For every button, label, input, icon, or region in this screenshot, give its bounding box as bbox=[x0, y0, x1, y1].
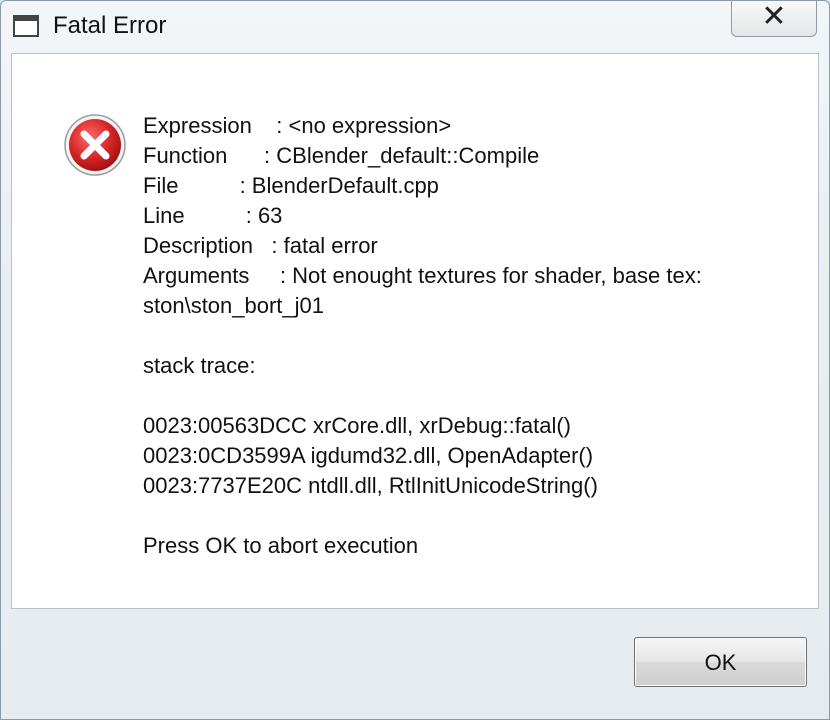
ok-button[interactable]: OK bbox=[634, 637, 807, 687]
stack-trace-frame: 0023:00563DCC xrCore.dll, xrDebug::fatal… bbox=[143, 413, 571, 438]
message-line-expression: Expression : <no expression> bbox=[143, 113, 452, 138]
window-title: Fatal Error bbox=[53, 12, 167, 39]
title-bar[interactable]: Fatal Error ✕ bbox=[1, 1, 829, 53]
window-app-icon bbox=[13, 15, 39, 37]
message-line-description: Description : fatal error bbox=[143, 233, 378, 258]
message-line-arguments-cont: ston\ston_bort_j01 bbox=[143, 293, 325, 318]
stack-trace-heading: stack trace: bbox=[143, 353, 256, 378]
fatal-error-dialog: Fatal Error ✕ Expression : <no expressio… bbox=[0, 0, 830, 720]
error-message: Expression : <no expression> Function : … bbox=[143, 111, 803, 561]
message-line-arguments: Arguments : Not enought textures for sha… bbox=[143, 263, 702, 288]
stack-trace-frame: 0023:7737E20C ntdll.dll, RtlInitUnicodeS… bbox=[143, 473, 598, 498]
message-line-line: Line : 63 bbox=[143, 203, 283, 228]
stack-trace-frame: 0023:0CD3599A igdumd32.dll, OpenAdapter(… bbox=[143, 443, 594, 468]
message-line-blank bbox=[143, 381, 803, 411]
message-line-blank bbox=[143, 321, 803, 351]
message-line-file: File : BlenderDefault.cpp bbox=[143, 173, 439, 198]
message-line-blank bbox=[143, 501, 803, 531]
abort-instruction: Press OK to abort execution bbox=[143, 533, 419, 558]
error-x-icon bbox=[64, 114, 126, 176]
message-line-function: Function : CBlender_default::Compile bbox=[143, 143, 540, 168]
close-button[interactable]: ✕ bbox=[731, 1, 817, 37]
